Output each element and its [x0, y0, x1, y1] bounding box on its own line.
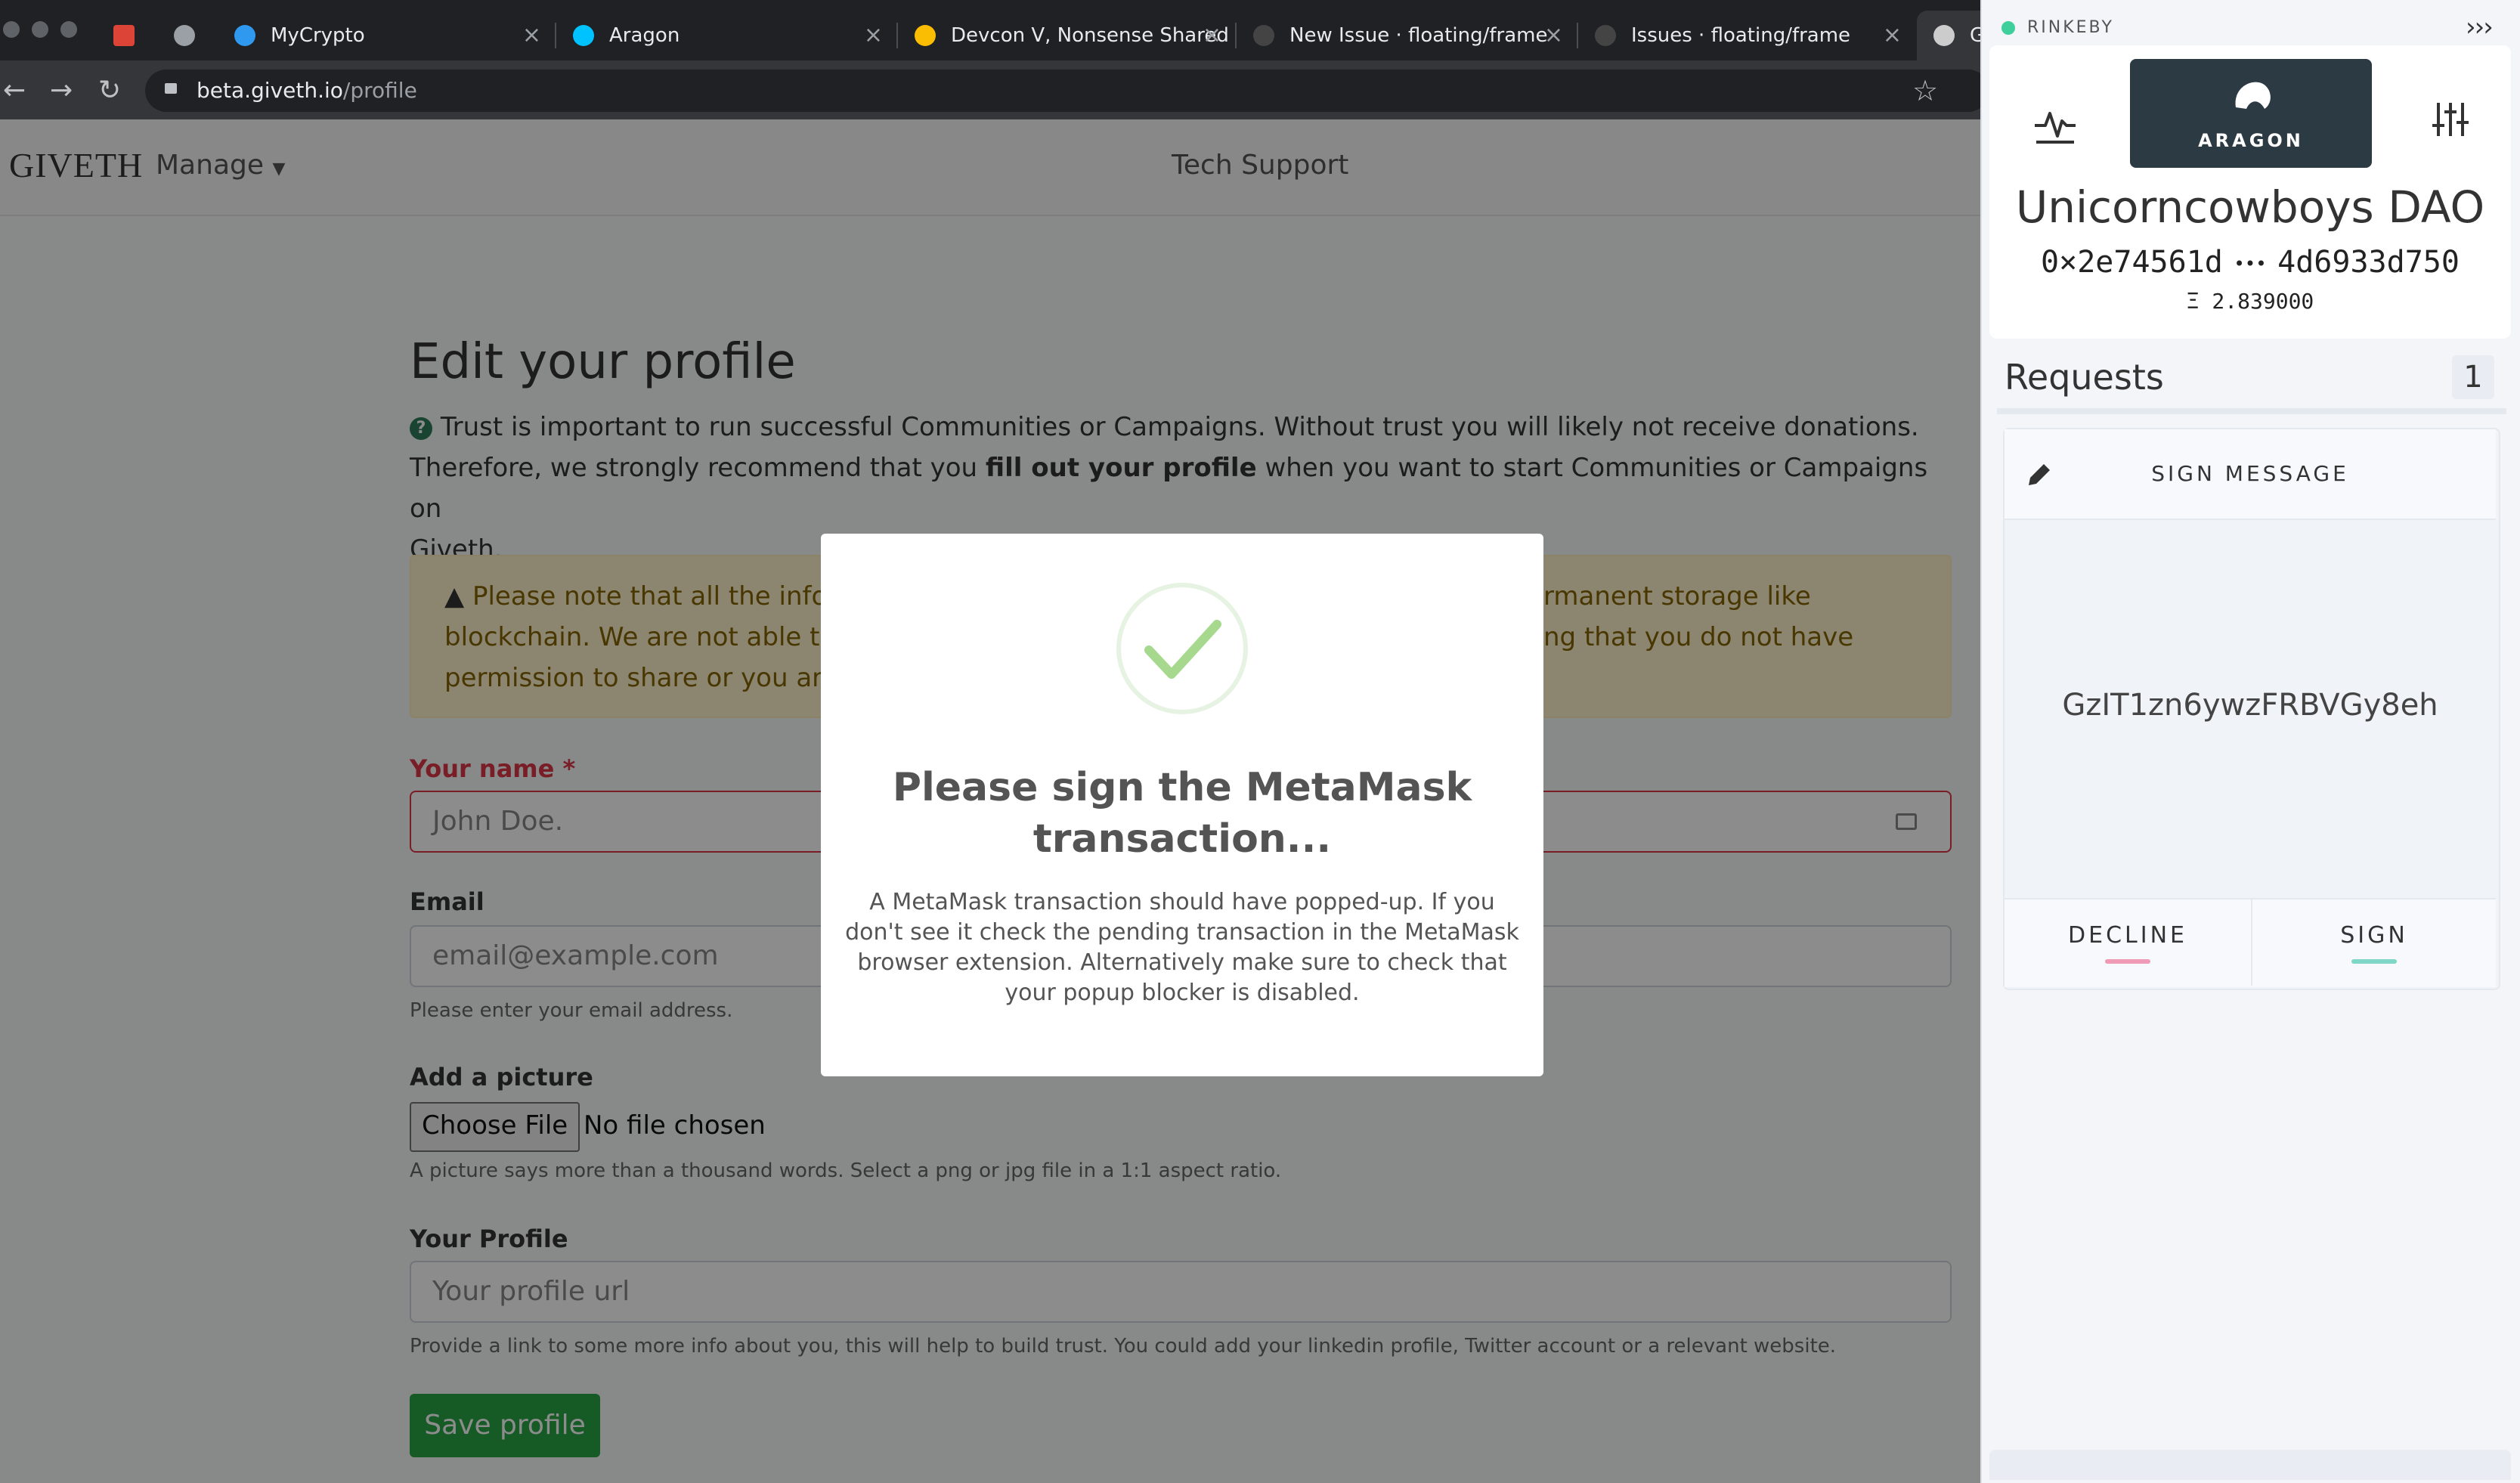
close-icon[interactable]: ×: [1544, 11, 1563, 60]
tab-title: Aragon: [609, 24, 680, 47]
tab-devcon[interactable]: Devcon V, Nonsense Shared ×: [898, 11, 1235, 60]
tab-mail[interactable]: [157, 11, 218, 60]
ellipsis-icon: •••: [2222, 253, 2278, 274]
modal-title: Please sign the MetaMask transaction...: [821, 762, 1543, 865]
window-zoom-button[interactable]: [60, 21, 77, 38]
browser-tab-strip: MyCrypto × Aragon × Devcon V, Nonsense S…: [0, 0, 1980, 60]
signer-type-label: ARAGON: [2198, 130, 2304, 151]
decline-label: DECLINE: [2068, 922, 2187, 949]
close-icon[interactable]: ×: [1883, 11, 1902, 60]
back-arrow-icon[interactable]: ←: [3, 73, 26, 109]
activity-pulse-icon[interactable]: [2033, 103, 2077, 145]
checkmark-success-icon: [1116, 583, 1248, 714]
divider: [1997, 408, 2506, 414]
sign-indicator: [2351, 959, 2397, 964]
address-start: 0×2e74561d: [2041, 245, 2223, 280]
requests-heading: Requests: [2005, 357, 2164, 398]
panel-footer: [1989, 1450, 2511, 1480]
close-icon[interactable]: ×: [1203, 11, 1221, 60]
url-bar[interactable]: [145, 70, 1989, 112]
requests-count-badge: 1: [2452, 355, 2494, 399]
url-text[interactable]: beta.giveth.io/profile: [197, 77, 417, 104]
modal-title-line: Please sign the MetaMask: [892, 765, 1472, 810]
account-name: Unicorncowboys DAO: [2015, 181, 2485, 233]
tab-giveth-active[interactable]: G: [1917, 11, 1980, 60]
network-name: RINKEBY: [2027, 18, 2114, 37]
aragon-logo-icon: [2235, 82, 2271, 109]
modal-body-line: your popup blocker is disabled.: [1005, 980, 1360, 1006]
decline-indicator: [2105, 959, 2150, 964]
modal-body-line: A MetaMask transaction should have poppe…: [869, 889, 1495, 915]
github-icon: [1253, 25, 1274, 46]
tab-new-issue[interactable]: New Issue · floating/frame ×: [1237, 11, 1577, 60]
tab-title: New Issue · floating/frame: [1289, 24, 1548, 47]
request-type: SIGN MESSAGE: [2151, 461, 2349, 486]
url-path: /profile: [342, 78, 417, 103]
close-icon[interactable]: ×: [522, 11, 541, 60]
modal-body: A MetaMask transaction should have poppe…: [821, 887, 1543, 1008]
address-end: 4d6933d750: [2277, 245, 2460, 280]
collapse-panel-icon[interactable]: ›››: [2466, 12, 2494, 42]
gmail-icon: [113, 25, 135, 46]
aragon-icon: [573, 25, 594, 46]
photos-icon: [915, 25, 936, 46]
window-minimize-button[interactable]: [32, 21, 48, 38]
tab-title: Issues · floating/frame: [1631, 24, 1851, 47]
forward-arrow-icon[interactable]: →: [50, 73, 73, 109]
account-address[interactable]: 0×2e74561d ••• 4d6933d750: [1989, 245, 2511, 280]
tab-title: Devcon V, Nonsense Shared: [951, 24, 1229, 47]
network-status-dot-icon: [2001, 21, 2015, 35]
reload-icon[interactable]: ↻: [98, 73, 121, 109]
tab-title: MyCrypto: [271, 24, 365, 47]
window-close-button[interactable]: [3, 21, 20, 38]
tab-gmail[interactable]: [97, 11, 157, 60]
metamask-modal: Please sign the MetaMask transaction... …: [821, 534, 1543, 1076]
close-icon[interactable]: ×: [864, 11, 883, 60]
account-balance: Ξ 2.839000: [2186, 289, 2314, 314]
sign-button[interactable]: SIGN: [2252, 899, 2496, 986]
bookmark-star-icon[interactable]: ☆: [1912, 73, 1938, 109]
url-host: beta.giveth.io: [197, 78, 343, 103]
modal-title-line: transaction...: [1032, 816, 1332, 862]
settings-sliders-icon[interactable]: [2431, 100, 2470, 139]
frame-wallet-panel: RINKEBY ››› ARAGON Unicorncowboys DAO 0×…: [1980, 0, 2520, 1483]
lock-icon: [165, 83, 177, 94]
mycrypto-icon: [234, 25, 255, 46]
decline-button[interactable]: DECLINE: [2005, 899, 2251, 986]
tab-aragon[interactable]: Aragon ×: [556, 11, 896, 60]
github-icon: [1595, 25, 1616, 46]
sign-label: SIGN: [2340, 922, 2408, 949]
mail-icon: [174, 25, 195, 46]
tab-title: G: [1970, 24, 1980, 47]
modal-body-line: browser extension. Alternatively make su…: [857, 949, 1507, 976]
tab-issues[interactable]: Issues · floating/frame ×: [1578, 11, 1915, 60]
sign-message-content: GzIT1zn6ywzFRBVGy8eh: [2062, 688, 2438, 723]
giveth-icon: [1933, 25, 1955, 46]
modal-body-line: don't see it check the pending transacti…: [845, 919, 1519, 946]
tab-mycrypto[interactable]: MyCrypto ×: [218, 11, 555, 60]
